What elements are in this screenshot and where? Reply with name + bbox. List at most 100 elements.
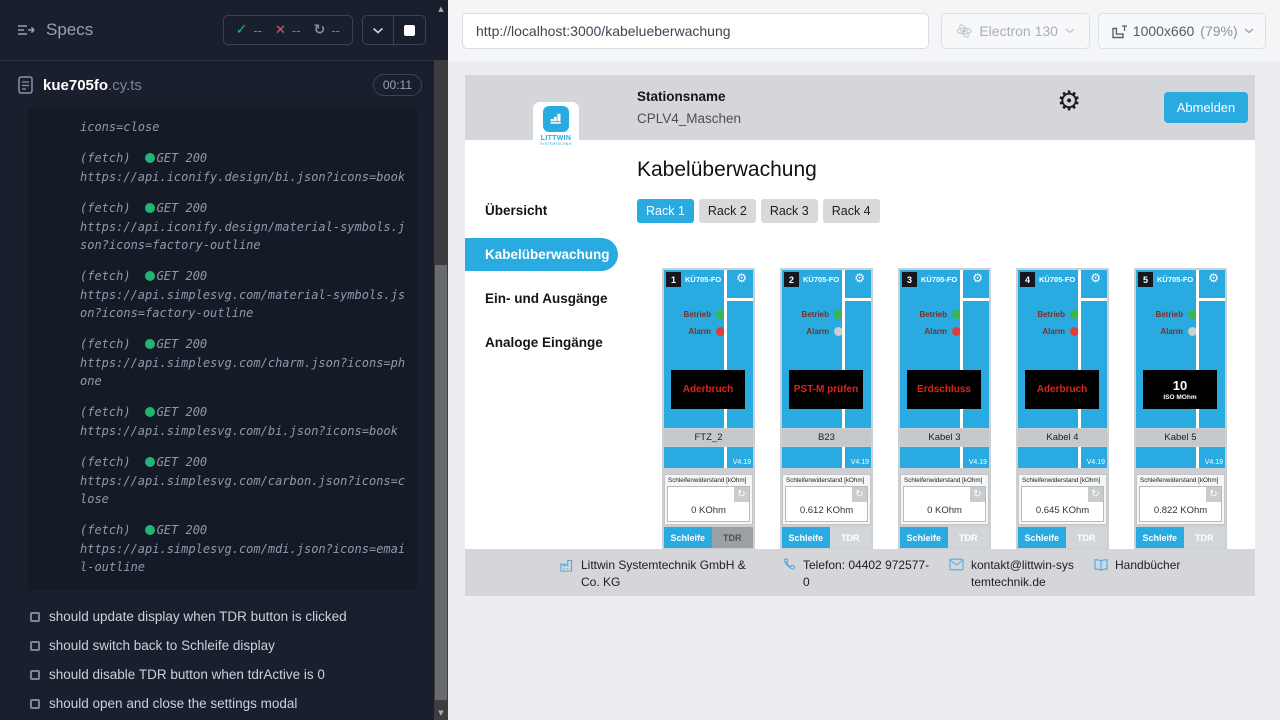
runner-scrollbar[interactable]: ▲ ▼ xyxy=(434,0,448,720)
tdr-button[interactable]: TDR xyxy=(712,527,753,548)
rack-tab[interactable]: Rack 1 xyxy=(637,199,694,223)
fetch-tag: (fetch) xyxy=(80,403,131,421)
test-item[interactable]: should open and close the settings modal xyxy=(0,689,434,718)
betrieb-label: Betrieb xyxy=(801,310,829,319)
refresh-icon[interactable]: ↻ xyxy=(1088,487,1103,502)
cable-name: Kabel 3 xyxy=(900,429,989,446)
fetch-tag: (fetch) xyxy=(80,453,131,471)
alarm-row: Alarm xyxy=(782,327,845,336)
alarm-row: Alarm xyxy=(1136,327,1199,336)
status-unit: ISO MOhm xyxy=(1163,394,1196,401)
manuals-label: Handbücher xyxy=(1115,557,1180,575)
log-entry[interactable]: (fetch) GET 200 https://api.simplesvg.co… xyxy=(80,453,409,508)
device-gear-icon[interactable]: ⚙ xyxy=(736,271,747,285)
measurement-panel: Schleifenwiderstand [kOhm] ↻ 0.612 KOhm xyxy=(782,474,871,525)
alarm-led xyxy=(1070,327,1079,336)
test-item[interactable]: should switch back to Schleife display xyxy=(0,631,434,660)
log-entry[interactable]: (fetch) GET 200 https://api.iconify.desi… xyxy=(80,149,409,186)
alarm-label: Alarm xyxy=(1042,327,1065,336)
company-name: Littwin Systemtechnik GmbH & Co. KG xyxy=(581,557,767,591)
device-card: 4 KÜ705-FO ⚙ Betrieb xyxy=(1016,268,1109,549)
stop-button[interactable] xyxy=(394,16,425,44)
settings-gear-icon[interactable]: ⚙ xyxy=(1057,88,1081,115)
tdr-button[interactable]: TDR xyxy=(948,527,989,548)
cable-name: FTZ_2 xyxy=(664,429,753,446)
measurement-display: ↻ 0.822 KOhm xyxy=(1139,486,1222,522)
run-options-button[interactable] xyxy=(363,16,394,44)
ruler-icon xyxy=(1111,24,1127,39)
betrieb-row: Betrieb xyxy=(664,310,727,319)
betrieb-label: Betrieb xyxy=(1155,310,1183,319)
tdr-button[interactable]: TDR xyxy=(1066,527,1107,548)
sidebar-nav-item[interactable]: Ein- und Ausgänge xyxy=(465,276,625,320)
device-gear-icon[interactable]: ⚙ xyxy=(1090,271,1101,285)
alarm-label: Alarm xyxy=(688,327,711,336)
log-entry[interactable]: (fetch) GET 200 https://api.simplesvg.co… xyxy=(80,267,409,322)
mode-buttons: Schleife TDR xyxy=(782,527,871,548)
scrollbar-track[interactable] xyxy=(434,60,448,720)
sidebar-nav-item[interactable]: Übersicht xyxy=(465,188,625,232)
rack-tab[interactable]: Rack 3 xyxy=(761,199,818,223)
schleife-button[interactable]: Schleife xyxy=(782,527,830,548)
scroll-up-icon[interactable]: ▲ xyxy=(434,2,448,16)
test-pending-icon xyxy=(30,699,40,709)
log-status-line: (fetch) GET 200 xyxy=(80,521,409,539)
mode-buttons: Schleife TDR xyxy=(900,527,989,548)
page-title: Kabelüberwachung xyxy=(637,158,1255,182)
version-row: V4.19 xyxy=(900,447,989,468)
sidebar-nav-item[interactable]: Analoge Eingänge xyxy=(465,320,625,364)
screen: Specs ✓-- ✕-- ↻-- kue705fo.cy.ts 00:11 i… xyxy=(0,0,1280,720)
log-overflow-line: icons=close xyxy=(80,118,409,136)
log-status-line: (fetch) GET 200 xyxy=(80,403,409,421)
status-text: PST-M prüfen xyxy=(794,384,858,395)
device-number: 4 xyxy=(1020,272,1035,287)
refresh-icon[interactable]: ↻ xyxy=(1206,487,1221,502)
footer-manuals[interactable]: Handbücher xyxy=(1093,557,1180,575)
log-status-line: (fetch) GET 200 xyxy=(80,335,409,353)
schleife-button[interactable]: Schleife xyxy=(1018,527,1066,548)
rack-tab[interactable]: Rack 4 xyxy=(823,199,880,223)
logout-button[interactable]: Abmelden xyxy=(1164,92,1248,123)
scroll-down-icon[interactable]: ▼ xyxy=(434,706,448,720)
schleife-button[interactable]: Schleife xyxy=(900,527,948,548)
url-input[interactable] xyxy=(462,13,929,49)
log-entry[interactable]: (fetch) GET 200 https://api.simplesvg.co… xyxy=(80,335,409,390)
alarm-row: Alarm xyxy=(1018,327,1081,336)
device-card: 2 KÜ705-FO ⚙ Betrieb xyxy=(780,268,873,549)
test-pending-icon xyxy=(30,612,40,622)
log-entry[interactable]: (fetch) GET 200 https://api.simplesvg.co… xyxy=(80,403,409,440)
browser-toolbar: Electron 130 1000x660 (79%) xyxy=(448,0,1280,62)
schleife-button[interactable]: Schleife xyxy=(664,527,712,548)
fetch-tag: (fetch) xyxy=(80,335,131,353)
refresh-icon[interactable]: ↻ xyxy=(734,487,749,502)
rack-tab[interactable]: Rack 2 xyxy=(699,199,756,223)
rack-tabs: Rack 1 Rack 2 Rack 3 Rack 4 xyxy=(637,199,1255,223)
refresh-icon[interactable]: ↻ xyxy=(852,487,867,502)
electron-icon xyxy=(956,23,972,39)
log-entry[interactable]: (fetch) GET 200 https://api.iconify.desi… xyxy=(80,199,409,254)
device-gear-icon[interactable]: ⚙ xyxy=(854,271,865,285)
measurement-label: Schleifenwiderstand [kOhm] xyxy=(1022,477,1104,484)
test-stats: ✓-- ✕-- ↻-- xyxy=(223,15,353,45)
spec-row[interactable]: kue705fo.cy.ts 00:11 xyxy=(0,61,434,108)
specs-title[interactable]: Specs xyxy=(16,20,93,40)
measurement-label: Schleifenwiderstand [kOhm] xyxy=(786,477,868,484)
station-info: Stationsname CPLV4_Maschen xyxy=(637,89,741,126)
log-entry[interactable]: (fetch) GET 200 https://api.simplesvg.co… xyxy=(80,521,409,576)
request-url: https://api.iconify.design/bi.json?icons… xyxy=(80,168,409,186)
test-item[interactable]: should update display when TDR button is… xyxy=(0,602,434,631)
device-gear-icon[interactable]: ⚙ xyxy=(972,271,983,285)
device-front: 4 KÜ705-FO ⚙ Betrieb xyxy=(1018,270,1107,428)
browser-selector[interactable]: Electron 130 xyxy=(941,13,1091,49)
tdr-button[interactable]: TDR xyxy=(1184,527,1225,548)
tdr-button[interactable]: TDR xyxy=(830,527,871,548)
refresh-icon[interactable]: ↻ xyxy=(970,487,985,502)
runner-header: Specs ✓-- ✕-- ↻-- xyxy=(0,0,434,61)
device-gear-icon[interactable]: ⚙ xyxy=(1208,271,1219,285)
schleife-button[interactable]: Schleife xyxy=(1136,527,1184,548)
scrollbar-thumb[interactable] xyxy=(435,265,447,700)
test-item[interactable]: should disable TDR button when tdrActive… xyxy=(0,660,434,689)
chevron-down-icon xyxy=(1065,28,1075,34)
sidebar-nav-item[interactable]: Kabelüberwachung xyxy=(465,238,618,271)
viewport-selector[interactable]: 1000x660 (79%) xyxy=(1098,13,1266,49)
